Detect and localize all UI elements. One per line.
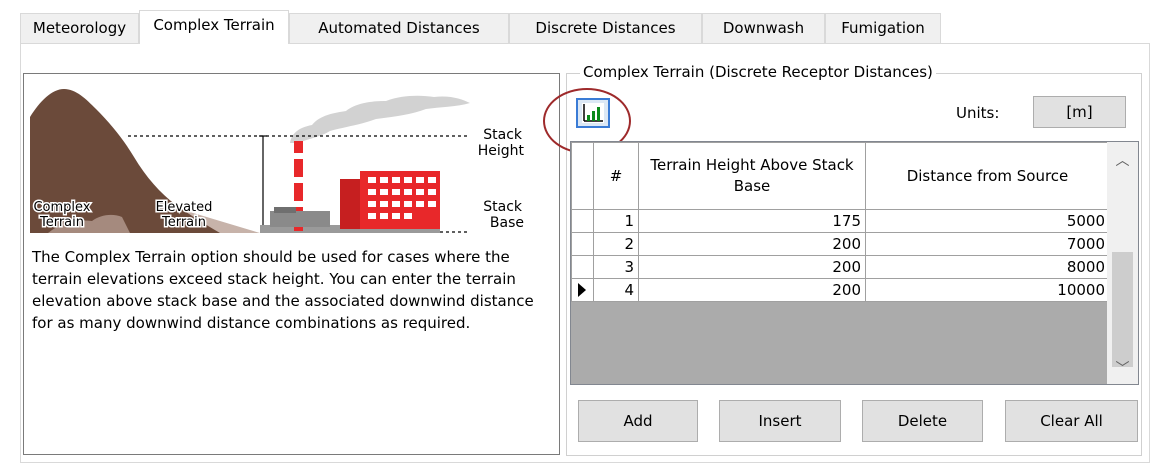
table-row[interactable]: 1 175 5000 — [571, 209, 1110, 233]
label-elevated-1: Elevated — [156, 200, 213, 215]
cell-terrain-height[interactable]: 200 — [638, 232, 866, 256]
factory-building — [340, 171, 440, 229]
tab-complex-terrain[interactable]: Complex Terrain — [139, 10, 289, 44]
group-title: Complex Terrain (Discrete Receptor Dista… — [580, 63, 936, 81]
cell-distance[interactable]: 7000 — [865, 232, 1110, 256]
column-header-number[interactable]: # — [593, 142, 639, 210]
units-label: Units: — [956, 104, 1000, 122]
cell-distance[interactable]: 5000 — [865, 209, 1110, 233]
info-box: Stack Height Stack Base Complex Terrain … — [23, 73, 560, 455]
add-button[interactable]: Add — [578, 400, 698, 442]
label-elevated-2: Terrain — [161, 215, 206, 230]
tab-downwash[interactable]: Downwash — [702, 13, 825, 43]
tab-automated-distances[interactable]: Automated Distances — [289, 13, 509, 43]
label-stack-base-1: Stack — [483, 199, 523, 215]
table-row[interactable]: 4 200 10000 — [571, 278, 1110, 302]
cell-distance[interactable]: 8000 — [865, 255, 1110, 279]
complex-terrain-illustration: Stack Height Stack Base Complex Terrain … — [30, 89, 525, 233]
delete-button[interactable]: Delete — [862, 400, 983, 442]
cell-terrain-height[interactable]: 200 — [638, 278, 866, 302]
row-header-corner — [571, 142, 594, 210]
row-selector[interactable] — [571, 209, 594, 233]
table-row[interactable]: 2 200 7000 — [571, 232, 1110, 256]
label-stack-height-2: Height — [478, 143, 525, 159]
label-complex-2: Terrain — [39, 215, 84, 230]
cell-distance[interactable]: 10000 — [865, 278, 1110, 302]
cell-terrain-height[interactable]: 175 — [638, 209, 866, 233]
cell-terrain-height[interactable]: 200 — [638, 255, 866, 279]
cell-number[interactable]: 4 — [593, 278, 639, 302]
description-text: The Complex Terrain option should be use… — [32, 248, 534, 332]
column-header-terrain-height[interactable]: Terrain Height Above Stack Base — [638, 142, 866, 210]
cell-number[interactable]: 3 — [593, 255, 639, 279]
clear-all-button[interactable]: Clear All — [1005, 400, 1138, 442]
row-selector[interactable] — [571, 232, 594, 256]
label-stack-base-2: Base — [490, 215, 524, 231]
receptor-grid[interactable]: # Terrain Height Above Stack Base Distan… — [570, 141, 1139, 385]
tab-fumigation[interactable]: Fumigation — [825, 13, 941, 43]
scroll-up-icon[interactable]: ︿ — [1107, 146, 1138, 176]
label-complex-1: Complex — [33, 200, 90, 215]
current-row-arrow-icon — [578, 283, 586, 297]
receptor-table: # Terrain Height Above Stack Base Distan… — [571, 142, 1110, 302]
row-selector[interactable] — [571, 255, 594, 279]
label-stack-height-1: Stack — [483, 127, 523, 143]
scroll-down-icon[interactable]: ﹀ — [1107, 354, 1138, 384]
scroll-thumb[interactable] — [1112, 252, 1133, 367]
cell-number[interactable]: 1 — [593, 209, 639, 233]
cell-number[interactable]: 2 — [593, 232, 639, 256]
tab-meteorology[interactable]: Meteorology — [20, 13, 139, 43]
insert-button[interactable]: Insert — [719, 400, 841, 442]
tab-discrete-distances[interactable]: Discrete Distances — [509, 13, 702, 43]
vertical-scrollbar[interactable]: ︿ ﹀ — [1107, 142, 1138, 384]
table-header-row: # Terrain Height Above Stack Base Distan… — [571, 142, 1110, 210]
row-selector-current[interactable] — [571, 278, 594, 302]
units-button[interactable]: [m] — [1033, 96, 1126, 128]
table-row[interactable]: 3 200 8000 — [571, 255, 1110, 279]
column-header-distance[interactable]: Distance from Source — [865, 142, 1110, 210]
